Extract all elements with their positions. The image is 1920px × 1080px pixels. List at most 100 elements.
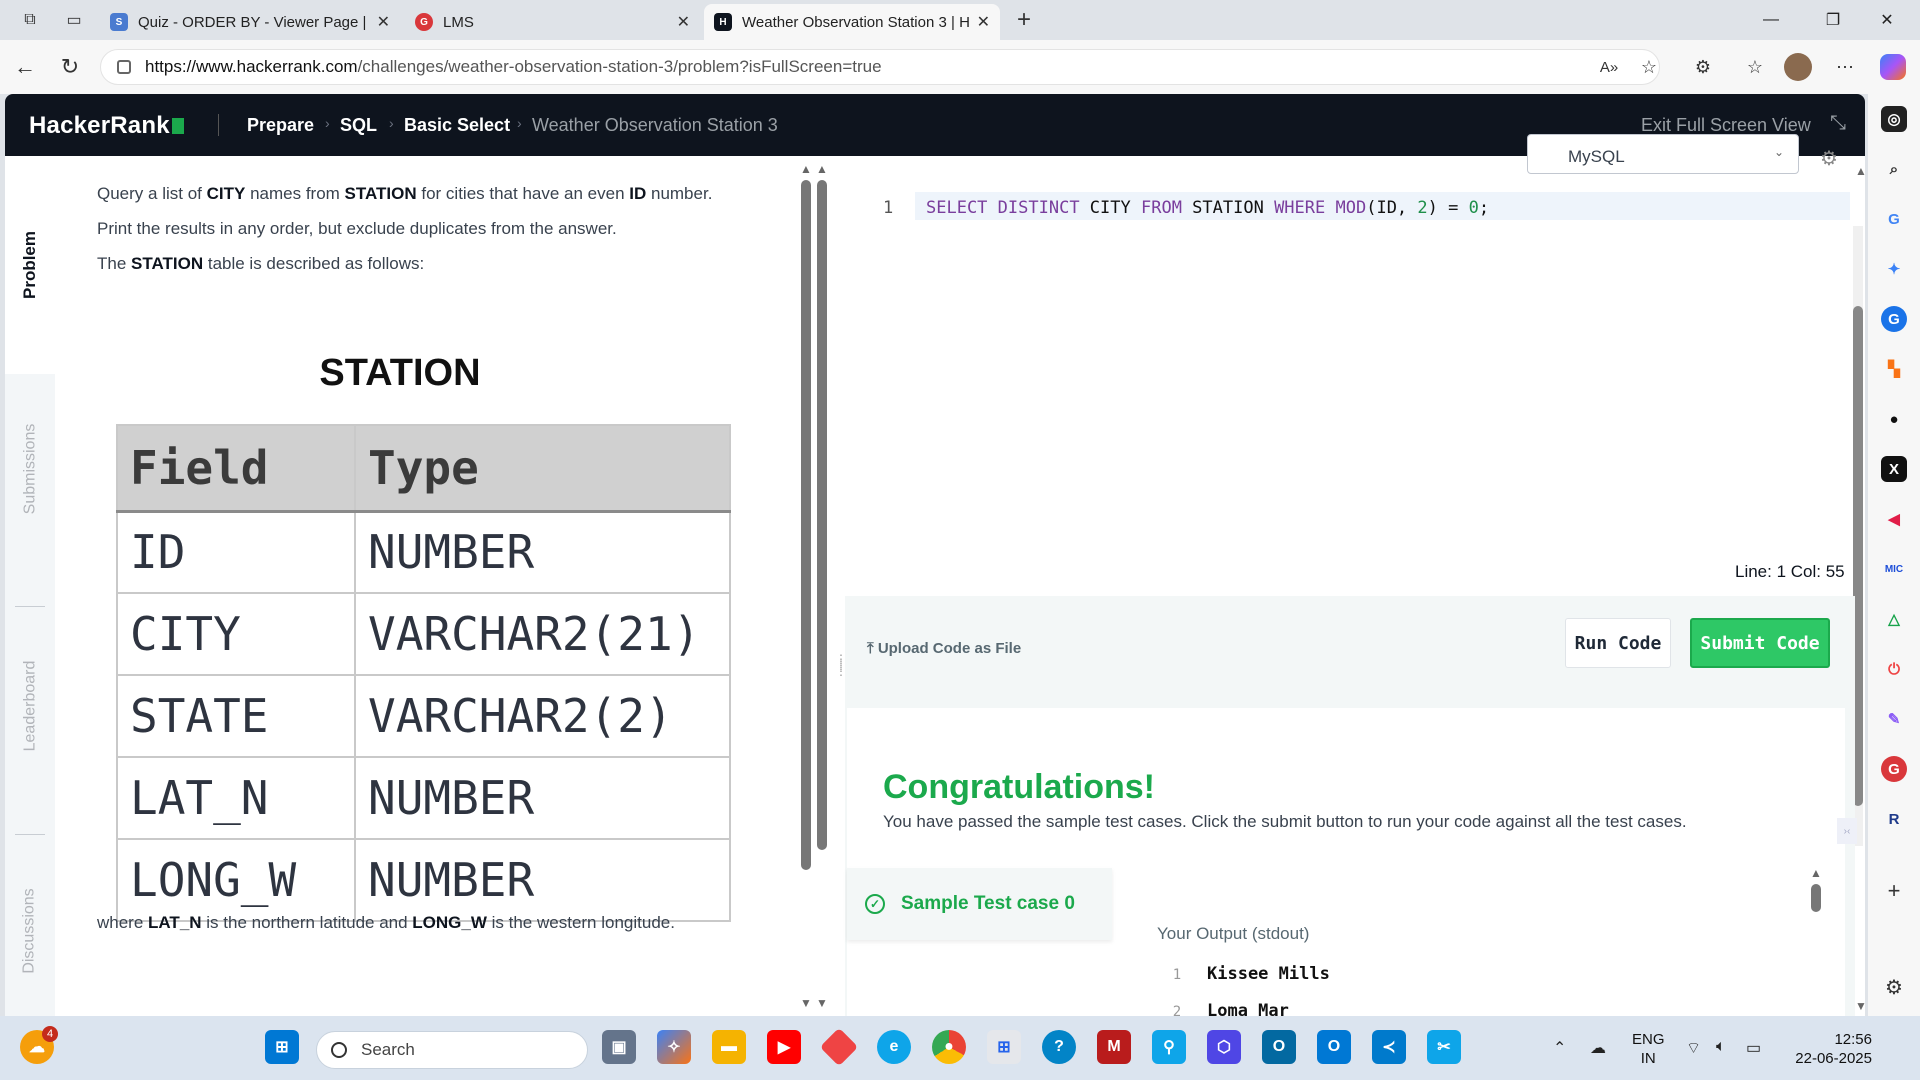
output-scrollbar[interactable] [1811, 884, 1821, 912]
outlook-icon[interactable]: O [1262, 1030, 1296, 1064]
gemini-icon[interactable]: ✦ [1881, 256, 1907, 282]
clock[interactable]: 12:56 22-06-2025 [1780, 1030, 1872, 1068]
code-text[interactable]: SELECT DISTINCT CITY FROM STATION WHERE … [926, 198, 1489, 218]
outlook-new-icon[interactable]: O [1317, 1030, 1351, 1064]
breadcrumb-sql[interactable]: SQL [340, 115, 377, 136]
edge-icon[interactable]: e [877, 1030, 911, 1064]
scroll-up-arrow-icon[interactable]: ▲ [800, 162, 812, 176]
r-app-icon[interactable]: R [1881, 806, 1907, 832]
site-info-icon[interactable] [117, 60, 131, 74]
language-indicator[interactable]: ENG IN [1632, 1030, 1665, 1068]
profile-avatar[interactable] [1784, 53, 1812, 81]
tab-hackerrank[interactable]: H Weather Observation Station 3 | H ✕ [704, 4, 1000, 40]
problem-scrollbar[interactable] [801, 180, 811, 870]
close-window-button[interactable]: ✕ [1864, 0, 1910, 40]
exit-fullscreen-link[interactable]: Exit Full Screen View [1641, 115, 1811, 136]
tab-quiz[interactable]: S Quiz - ORDER BY - Viewer Page | I ✕ [100, 4, 400, 40]
refresh-icon[interactable]: ↻ [55, 52, 85, 82]
submit-code-button[interactable]: Submit Code [1690, 618, 1830, 668]
upload-icon: ⤒ [867, 640, 878, 657]
url-input[interactable]: https://www.hackerrank.com/challenges/we… [100, 49, 1660, 85]
lms-app-icon[interactable]: G [1881, 756, 1907, 782]
tab-problem[interactable]: Problem [5, 156, 55, 374]
field-cell: LONG_W [116, 838, 356, 922]
settings-gear-icon[interactable]: ⚙ [1820, 146, 1838, 171]
language-select[interactable]: MySQL ⌄ [1527, 134, 1799, 174]
back-arrow-icon[interactable]: ← [10, 52, 40, 82]
testcase-tab[interactable]: ✓ Sample Test case 0 [847, 868, 1112, 940]
code-token: MOD [1335, 198, 1367, 218]
copilot-taskbar-icon[interactable]: ✧ [657, 1030, 691, 1064]
x-icon[interactable]: X [1881, 456, 1907, 482]
chatgpt-icon[interactable]: ◎ [1881, 106, 1907, 132]
snipping-tool-icon[interactable]: ✂ [1427, 1030, 1461, 1064]
breadcrumb-basic-select[interactable]: Basic Select [404, 115, 510, 136]
read-aloud-icon[interactable]: A» [1594, 52, 1624, 82]
scroll-up-arrow-icon[interactable]: ▲ [1855, 164, 1865, 178]
code-editor[interactable]: 1 SELECT DISTINCT CITY FROM STATION WHER… [845, 156, 1855, 586]
scroll-up-arrow-icon[interactable]: ▲ [816, 162, 828, 176]
file-explorer-icon[interactable]: ▬ [712, 1030, 746, 1064]
close-tab-icon[interactable]: ✕ [977, 12, 990, 32]
scroll-up-arrow-icon[interactable]: ▲ [1810, 866, 1822, 880]
drive-icon[interactable]: △ [1881, 606, 1907, 632]
youtube-icon[interactable]: ▶ [767, 1030, 801, 1064]
run-code-button[interactable]: Run Code [1565, 618, 1671, 668]
store-icon[interactable]: ⊞ [987, 1030, 1021, 1064]
clock-time: 12:56 [1834, 1031, 1872, 1048]
hackerrank-logo[interactable]: HackerRank [29, 112, 184, 140]
chrome-icon[interactable]: ● [932, 1030, 966, 1064]
battery-icon[interactable]: ▭ [1746, 1038, 1761, 1058]
mic-app-icon[interactable]: MIC [1881, 556, 1907, 582]
taskbar-search[interactable]: Search [316, 1031, 588, 1069]
tab-actions-icon[interactable]: ▭ [60, 6, 88, 34]
show-hidden-icons-icon[interactable]: ⌃ [1553, 1038, 1566, 1058]
hexagon-app-icon[interactable]: ⬡ [1207, 1030, 1241, 1064]
favorite-star-icon[interactable]: ☆ [1634, 52, 1664, 82]
add-sidebar-app-icon[interactable]: + [1881, 878, 1907, 904]
search-icon[interactable]: ⌕ [1881, 156, 1907, 182]
collapse-icon[interactable]: ⤡ [1830, 112, 1846, 135]
grammarly-icon[interactable]: G [1881, 306, 1907, 332]
volume-icon[interactable]: 🔈︎ [1716, 1038, 1726, 1056]
new-tab-button[interactable]: + [1010, 6, 1038, 34]
scroll-down-arrow-icon[interactable]: ▼ [816, 996, 828, 1010]
tab-lms[interactable]: G LMS ✕ [405, 4, 700, 40]
pane-resize-handle[interactable]: ⋮ ⋮ ⋮ [835, 653, 847, 696]
tab-divider [15, 606, 45, 607]
upload-code-link[interactable]: ⤒ Upload Code as File [867, 640, 1021, 657]
close-tab-icon[interactable]: ✕ [677, 12, 690, 32]
power-app-icon[interactable]: ⏻ [1881, 656, 1907, 682]
mcafee-icon[interactable]: M [1097, 1030, 1131, 1064]
copilot-icon[interactable] [1880, 54, 1906, 80]
vscode-icon[interactable]: ≺ [1372, 1030, 1406, 1064]
panel-toggle-icon[interactable]: ›‹ [1837, 818, 1857, 844]
scroll-down-arrow-icon[interactable]: ▼ [1855, 999, 1865, 1013]
tab-submissions[interactable]: Submissions [5, 374, 55, 564]
extensions-icon[interactable]: ⚙ [1688, 52, 1718, 82]
start-windows-icon[interactable]: ⊞ [265, 1030, 299, 1064]
breadcrumb-prepare[interactable]: Prepare [247, 115, 314, 136]
arrow-app-icon[interactable]: ◀ [1881, 506, 1907, 532]
workspaces-icon[interactable]: ⧉ [16, 6, 44, 34]
office-icon[interactable]: ▚ [1881, 356, 1907, 382]
tab-leaderboard[interactable]: Leaderboard [5, 616, 55, 796]
minimize-button[interactable]: — [1748, 0, 1794, 40]
google-icon[interactable]: G [1881, 206, 1907, 232]
ai-app-icon[interactable]: ✎ [1881, 706, 1907, 732]
sidebar-settings-icon[interactable]: ⚙ [1881, 974, 1907, 1000]
task-view-icon[interactable]: ▣ [602, 1030, 636, 1064]
wifi-icon[interactable]: ⌔ [1686, 1038, 1701, 1058]
maps-icon[interactable]: ⚲ [1152, 1030, 1186, 1064]
github-icon[interactable]: ● [1881, 406, 1907, 432]
red-app-icon[interactable] [819, 1027, 859, 1067]
problem-scrollbar[interactable] [817, 180, 827, 850]
close-tab-icon[interactable]: ✕ [377, 12, 390, 32]
restore-button[interactable]: ❐ [1810, 0, 1856, 40]
favorites-icon[interactable]: ☆ [1740, 52, 1770, 82]
scroll-down-arrow-icon[interactable]: ▼ [800, 996, 812, 1010]
help-icon[interactable]: ? [1042, 1030, 1076, 1064]
onedrive-icon[interactable]: ☁ [1590, 1038, 1606, 1058]
more-menu-icon[interactable]: ⋯ [1830, 52, 1860, 82]
tab-discussions[interactable]: Discussions [5, 846, 55, 1016]
